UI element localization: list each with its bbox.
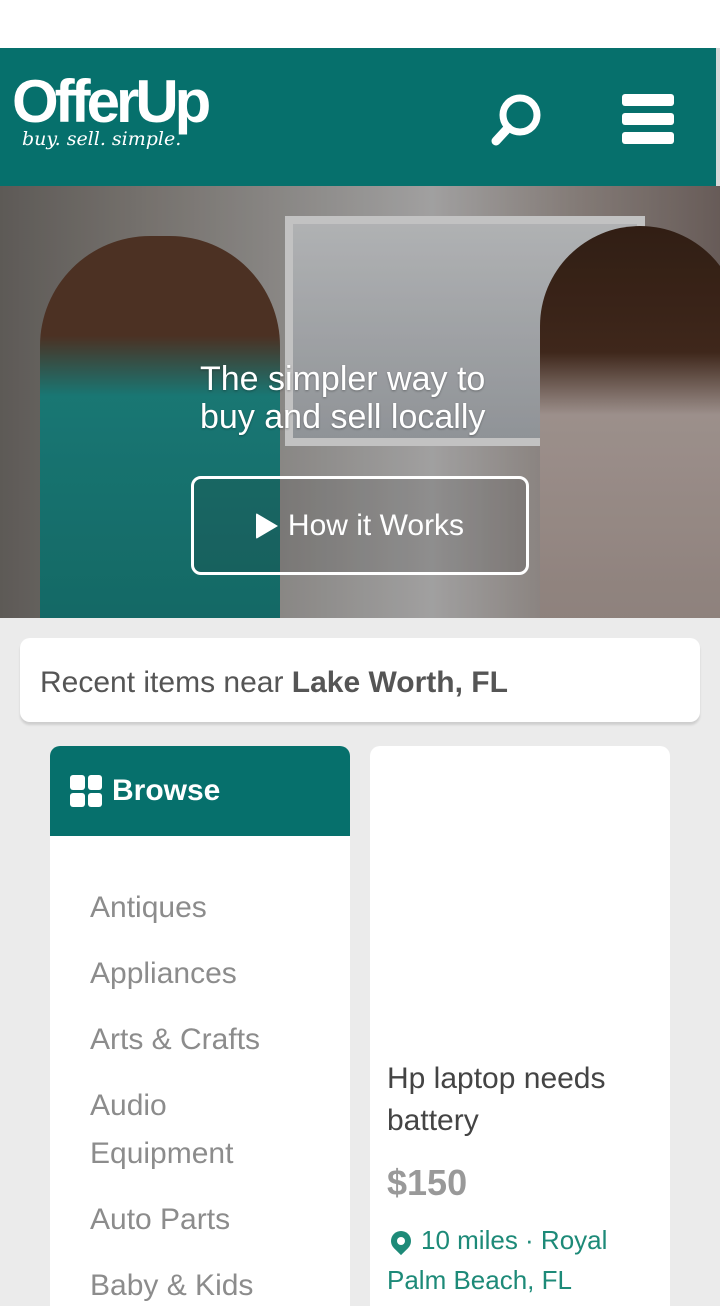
play-icon bbox=[255, 512, 278, 539]
browse-panel: Browse Antiques Appliances Arts & Crafts… bbox=[50, 746, 350, 1306]
location-pin-icon bbox=[386, 1226, 416, 1256]
status-area bbox=[0, 0, 720, 48]
recent-items-heading: Recent items near Lake Worth, FL bbox=[20, 638, 700, 722]
listing-card[interactable]: Hp laptop needs battery $150 10 miles · … bbox=[370, 746, 670, 1306]
listing-title[interactable]: Hp laptop needs battery bbox=[387, 1058, 653, 1142]
how-it-works-button[interactable]: How it Works bbox=[191, 476, 529, 575]
offerup-logo[interactable]: OfferUp buy. sell. simple. bbox=[12, 68, 211, 151]
location-name[interactable]: Lake Worth, FL bbox=[292, 666, 508, 699]
search-icon[interactable] bbox=[488, 92, 544, 148]
hamburger-icon[interactable] bbox=[622, 94, 674, 144]
listing-price: $150 bbox=[387, 1162, 468, 1203]
site-header: OfferUp buy. sell. simple. bbox=[0, 48, 716, 186]
browse-header: Browse bbox=[50, 746, 350, 836]
hero-title: The simpler way to buy and sell locally bbox=[200, 360, 486, 436]
category-arts-crafts[interactable]: Arts & Crafts bbox=[90, 1016, 290, 1064]
how-it-works-label: How it Works bbox=[287, 508, 465, 542]
category-auto-parts[interactable]: Auto Parts bbox=[90, 1196, 290, 1244]
logo-tagline: buy. sell. simple. bbox=[22, 128, 182, 150]
grid-icon bbox=[70, 775, 102, 807]
scrollbar[interactable] bbox=[716, 48, 720, 208]
category-baby-kids[interactable]: Baby & Kids bbox=[90, 1262, 290, 1306]
category-audio-equipment[interactable]: Audio Equipment bbox=[90, 1082, 290, 1178]
hero-banner: The simpler way to buy and sell locally H… bbox=[0, 186, 720, 618]
category-antiques[interactable]: Antiques bbox=[90, 884, 290, 932]
listing-location: 10 miles · Royal Palm Beach, FL bbox=[386, 1225, 608, 1295]
browse-title: Browse bbox=[112, 774, 221, 807]
logo-text: OfferUp bbox=[12, 68, 211, 135]
category-appliances[interactable]: Appliances bbox=[90, 950, 290, 998]
